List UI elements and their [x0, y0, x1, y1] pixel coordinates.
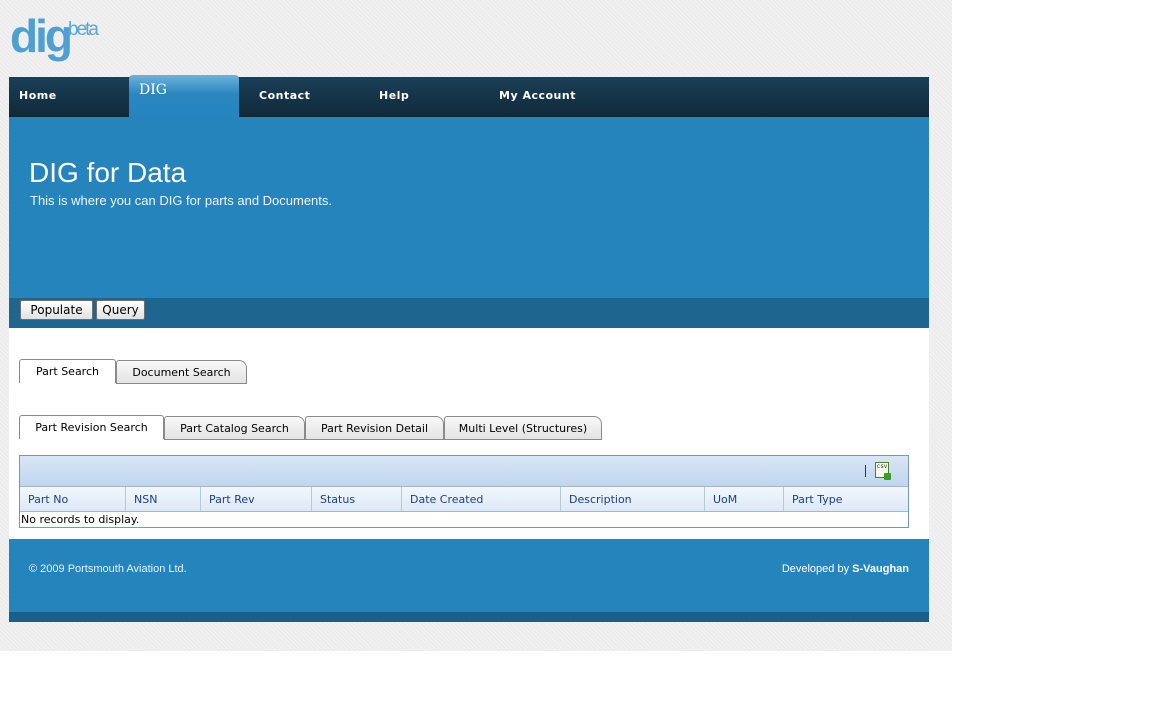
footer-bottom-bar — [9, 612, 929, 622]
tab-strip-divider — [116, 383, 247, 384]
action-toolbar: Populate Query — [9, 298, 929, 328]
column-header-part-type[interactable]: Part Type — [784, 487, 908, 511]
grid-empty-message: No records to display. — [21, 513, 140, 526]
column-header-date-created[interactable]: Date Created — [402, 487, 561, 511]
column-header-nsn[interactable]: NSN — [126, 487, 201, 511]
main-content: Part Search Document Search Part Revisio… — [9, 328, 929, 539]
column-header-part-no[interactable]: Part No — [20, 487, 126, 511]
tab-part-catalog-search[interactable]: Part Catalog Search — [164, 416, 305, 439]
copyright-text: © 2009 Portsmouth Aviation Ltd. — [29, 563, 187, 575]
export-arrow-icon — [884, 473, 891, 480]
column-header-part-rev[interactable]: Part Rev — [201, 487, 312, 511]
page-footer: © 2009 Portsmouth Aviation Ltd. Develope… — [9, 539, 929, 612]
nav-help[interactable]: Help — [379, 77, 409, 117]
logo-text: dig — [10, 10, 73, 62]
site-logo[interactable]: dig beta — [10, 8, 110, 66]
populate-button[interactable]: Populate — [20, 300, 93, 320]
main-navigation: Home DIG Contact Help My Account — [9, 75, 929, 117]
nav-my-account[interactable]: My Account — [499, 77, 576, 117]
developer-name: S-Vaughan — [852, 563, 909, 575]
column-header-status[interactable]: Status — [312, 487, 402, 511]
page-banner: DIG for Data This is where you can DIG f… — [9, 117, 929, 298]
column-header-description[interactable]: Description — [561, 487, 705, 511]
tab-document-search[interactable]: Document Search — [116, 360, 247, 383]
grid-command-bar: csv — [20, 456, 908, 487]
subtab-strip-divider — [164, 439, 602, 440]
grid-header-row: Part No NSN Part Rev Status Date Created… — [20, 487, 908, 512]
query-button[interactable]: Query — [96, 300, 145, 320]
tab-part-revision-search[interactable]: Part Revision Search — [19, 415, 164, 439]
tab-part-revision-detail[interactable]: Part Revision Detail — [305, 416, 444, 439]
tab-part-search[interactable]: Part Search — [19, 359, 116, 383]
page-title: DIG for Data — [29, 157, 187, 188]
nav-home[interactable]: Home — [19, 77, 57, 117]
nav-contact[interactable]: Contact — [259, 77, 310, 117]
developed-by-prefix: Developed by — [781, 563, 850, 575]
developed-by-text: Developed by S-Vaughan — [782, 563, 909, 575]
csv-export-icon[interactable]: csv — [875, 462, 891, 480]
tab-multi-level-structures[interactable]: Multi Level (Structures) — [444, 416, 602, 439]
nav-dig[interactable]: DIG — [129, 75, 239, 117]
command-separator — [865, 465, 866, 477]
column-header-uom[interactable]: UoM — [705, 487, 784, 511]
results-grid: csv Part No NSN Part Rev Status Date Cre… — [19, 455, 909, 528]
page-subtitle: This is where you can DIG for parts and … — [30, 193, 333, 208]
logo-beta-text: beta — [68, 19, 99, 40]
